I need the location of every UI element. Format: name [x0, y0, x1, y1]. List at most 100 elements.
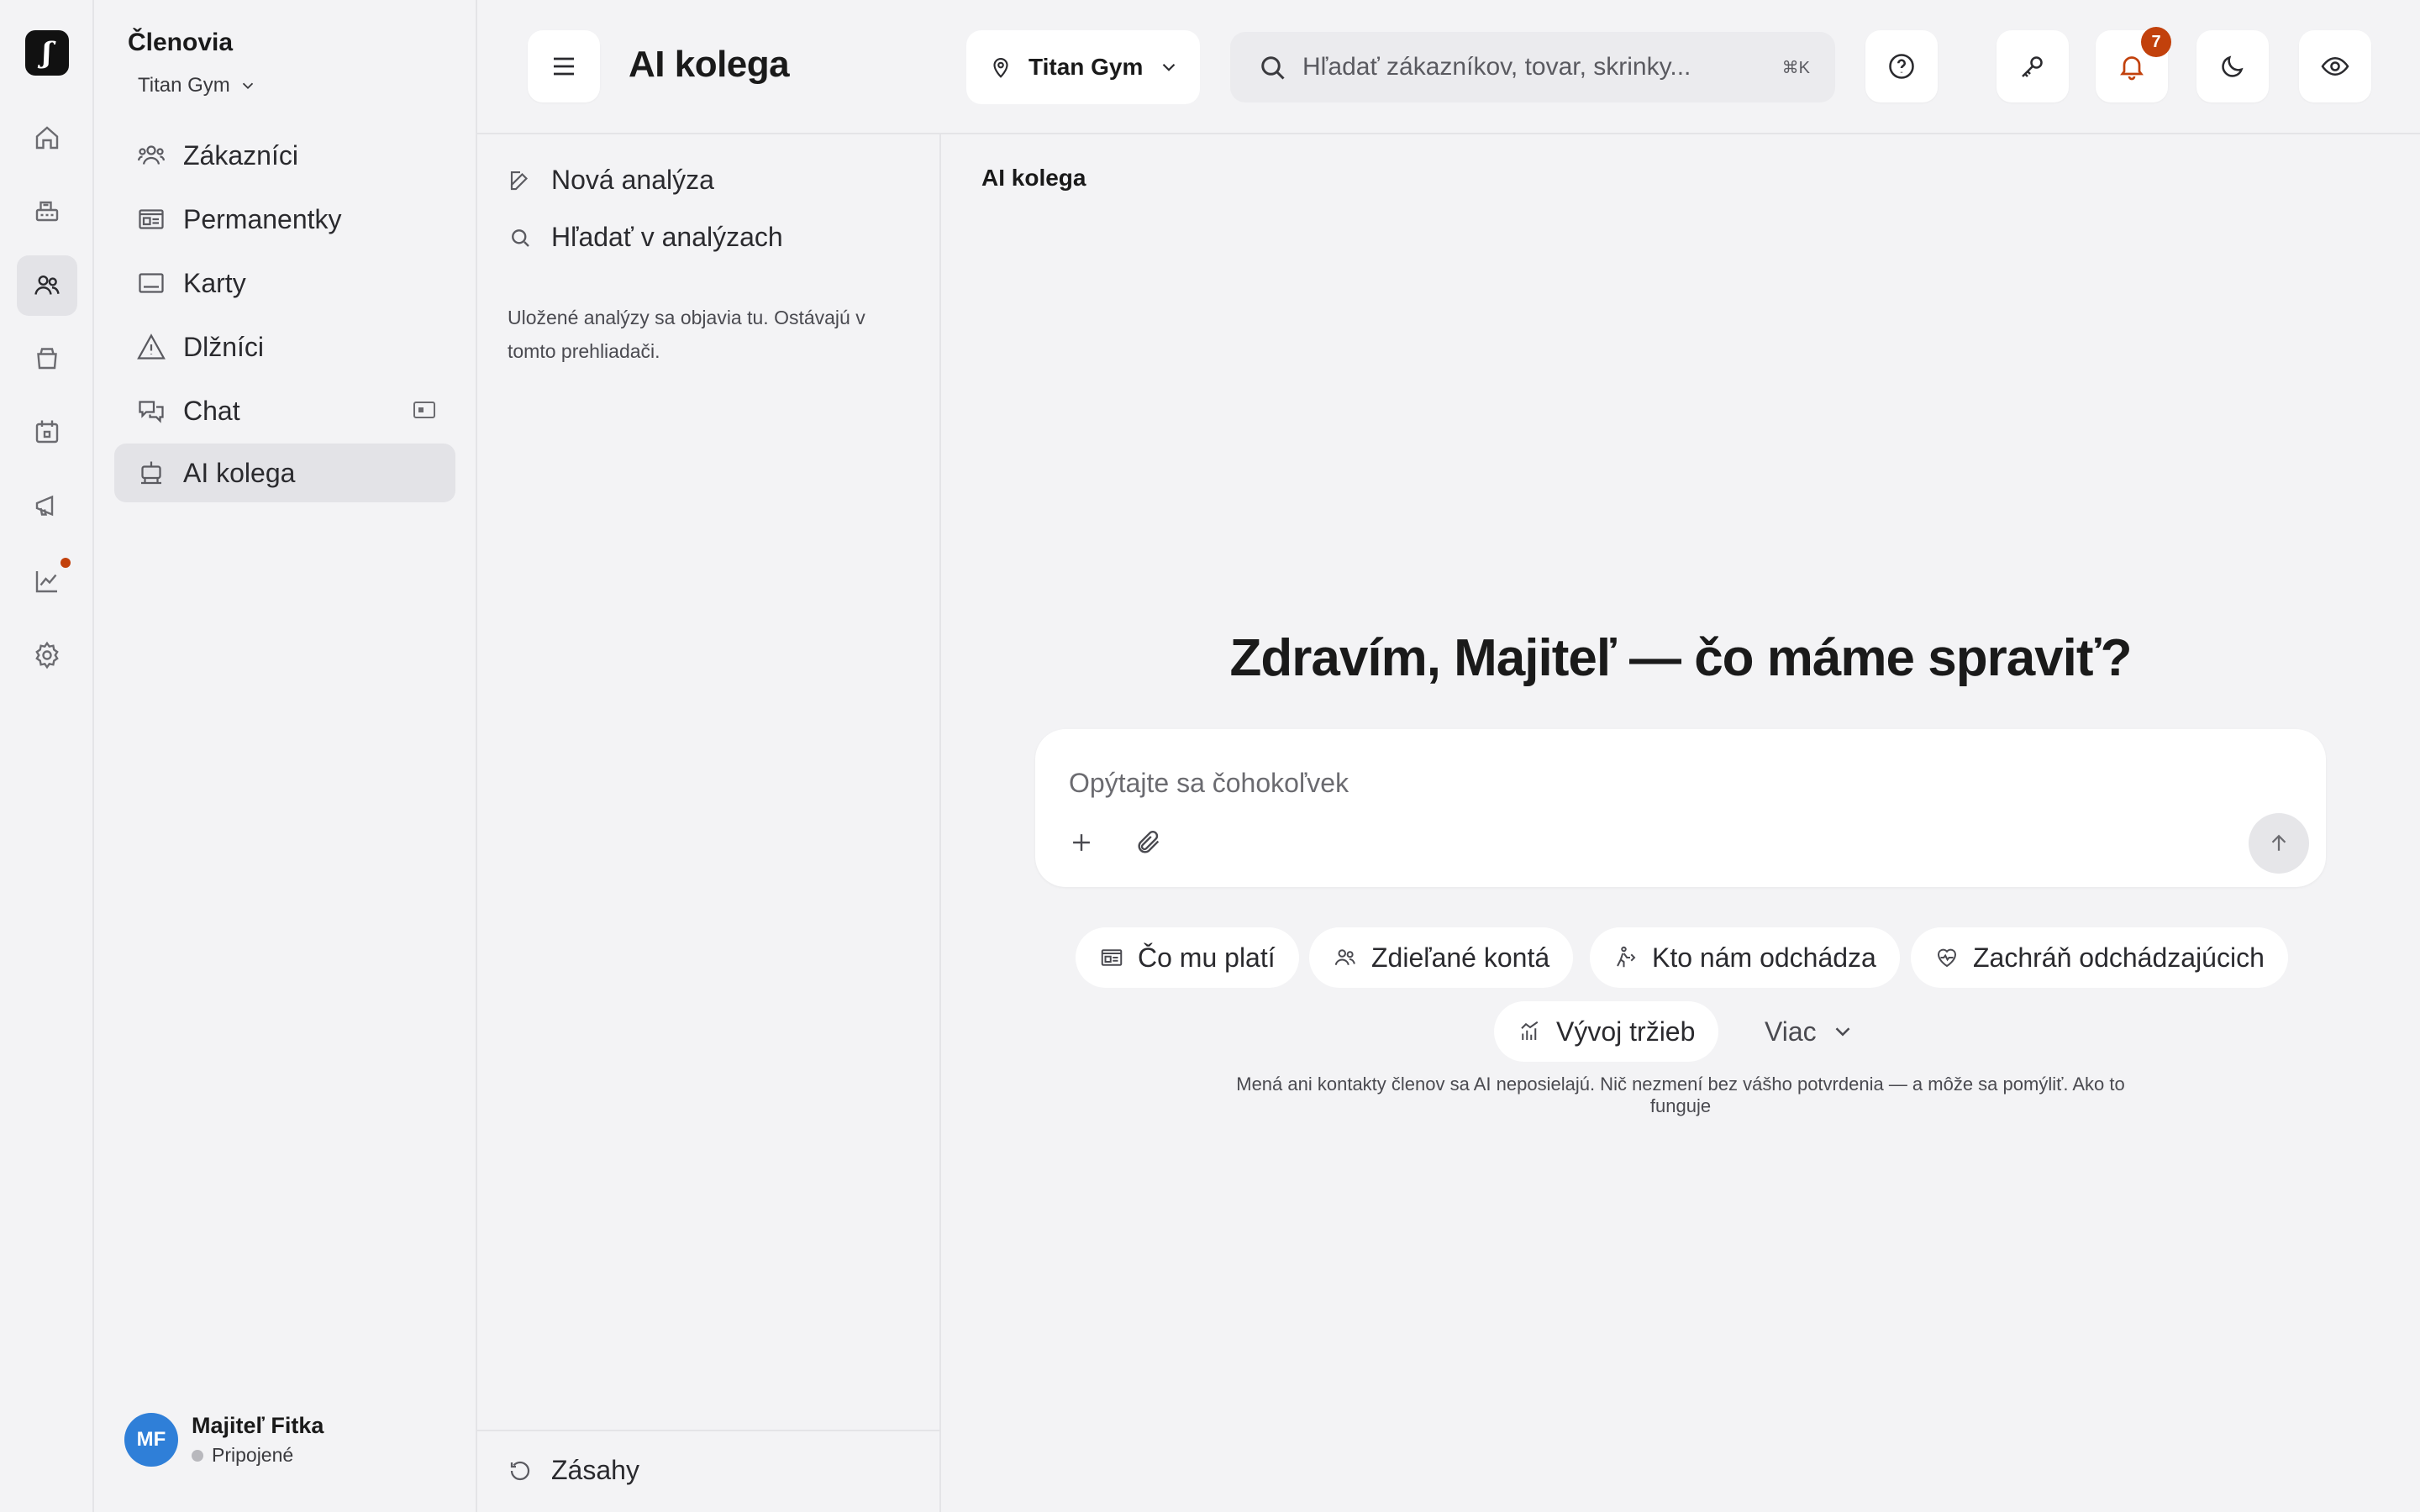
send-button[interactable]	[2249, 813, 2309, 874]
ai-disclaimer: Mená ani kontakty členov sa AI neposiela…	[1215, 1074, 2146, 1117]
more-suggestions-button[interactable]: Viac	[1741, 1001, 1879, 1062]
edit-icon	[510, 171, 529, 190]
search-icon	[1261, 56, 1285, 80]
heart-pulse-icon	[1937, 948, 1957, 968]
users-icon	[1334, 949, 1355, 965]
ai-chat-main: AI kolega Zdravím, Majiteľ — čo máme spr…	[941, 134, 2420, 1512]
app-root: ʃ Členovia Titan Gym Zákazníci Permanent…	[0, 0, 2420, 1512]
settings-icon[interactable]	[17, 625, 77, 685]
chevron-down-icon	[242, 82, 253, 90]
chip-label: Zachráň odchádzajúcich	[1973, 942, 2265, 973]
members-icon[interactable]	[17, 255, 77, 316]
privacy-view-button[interactable]	[2299, 30, 2371, 102]
bar-chart-icon	[1521, 1021, 1539, 1040]
interventions-button[interactable]: Zásahy	[508, 1455, 639, 1486]
history-icon	[510, 1461, 530, 1480]
notifications-button[interactable]: 7	[2096, 27, 2171, 102]
new-analysis-button[interactable]: Nová analýza	[508, 165, 714, 196]
icon-rail: ʃ	[0, 0, 94, 1512]
avatar: MF	[124, 1413, 178, 1467]
card-icon	[139, 273, 164, 293]
global-search[interactable]: Hľadať zákazníkov, tovar, skrinky... ⌘K	[1230, 32, 1835, 102]
breadcrumb: AI kolega	[981, 165, 1086, 191]
user-name: Majiteľ Fitka	[192, 1413, 324, 1438]
more-label: Viac	[1765, 1016, 1817, 1047]
paperclip-icon[interactable]	[1134, 828, 1163, 857]
search-analyses-button[interactable]: Hľadať v analýzach	[508, 222, 783, 253]
store-icon[interactable]	[17, 328, 77, 388]
users-icon	[137, 145, 166, 165]
walking-out-icon	[1617, 946, 1636, 968]
sidebar-item-debtors[interactable]: Dlžníci	[114, 318, 455, 376]
sidebar-item-passes[interactable]: Permanentky	[114, 190, 455, 249]
register-icon[interactable]	[17, 180, 77, 240]
eye-icon	[2321, 56, 2349, 76]
user-status: Pripojené	[192, 1444, 324, 1467]
key-icon	[2022, 56, 2043, 77]
sidebar-title: Členovia	[128, 29, 234, 56]
logo-glyph: ʃ	[42, 36, 52, 70]
sidebar-item-label: Permanentky	[183, 203, 342, 234]
chat-icon	[139, 401, 164, 423]
sidebar-item-customers[interactable]: Zákazníci	[114, 126, 455, 185]
search-icon	[512, 228, 529, 247]
analytics-icon[interactable]	[17, 551, 77, 612]
sidebar-item-cards[interactable]: Karty	[114, 254, 455, 312]
saved-analyses-note: Uložené analýzy sa objavia tu. Ostávajú …	[508, 307, 865, 362]
analyses-panel: Nová analýza Hľadať v analýzach Uložené …	[477, 134, 941, 1512]
chat-composer[interactable]: Opýtajte sa čohokoľvek	[1035, 729, 2326, 887]
moon-icon	[2222, 55, 2244, 77]
key-button[interactable]	[1996, 30, 2069, 102]
disclaimer-text: Mená ani kontakty členov sa AI neposiela…	[1236, 1074, 2069, 1095]
help-icon	[1889, 54, 1914, 79]
sidebar-item-chat[interactable]: Chat	[114, 381, 455, 440]
arrow-up-icon	[2271, 834, 2286, 851]
app-logo[interactable]: ʃ	[25, 30, 69, 76]
calendar-icon[interactable]	[17, 402, 77, 462]
suggestion-chip-revenue[interactable]: Vývoj tržieb	[1494, 1001, 1719, 1062]
sidebar-item-ai-colleague[interactable]: AI kolega	[114, 444, 455, 502]
gym-switcher[interactable]: Titan Gym	[138, 74, 257, 97]
search-analyses-label: Hľadať v analýzach	[551, 222, 783, 252]
user-profile[interactable]: MF Majiteľ Fitka Pripojené	[124, 1413, 324, 1467]
sidebar-item-label: AI kolega	[183, 457, 296, 488]
sidebar-item-label: Karty	[183, 267, 246, 298]
menu-button[interactable]	[528, 30, 600, 102]
robot-icon	[141, 461, 161, 485]
search-placeholder: Hľadať zákazníkov, tovar, skrinky...	[1302, 53, 1691, 81]
plus-icon[interactable]	[1067, 828, 1096, 857]
megaphone-icon[interactable]	[17, 475, 77, 536]
new-analysis-label: Nová analýza	[551, 165, 714, 195]
suggestion-chip-churn[interactable]: Kto nám odchádza	[1590, 927, 1900, 988]
top-header: AI kolega Titan Gym Hľadať zákazníkov, t…	[477, 0, 2420, 134]
chip-label: Vývoj tržieb	[1556, 1016, 1696, 1047]
suggestion-chip-shared-accounts[interactable]: Zdieľané kontá	[1309, 927, 1574, 988]
panel-footer: Zásahy	[477, 1430, 941, 1512]
chip-label: Kto nám odchádza	[1652, 942, 1876, 973]
sidebar-item-label: Dlžníci	[183, 331, 265, 362]
sidebar-item-label: Chat	[183, 395, 240, 426]
warning-icon	[137, 333, 166, 360]
search-shortcut: ⌘K	[1781, 59, 1810, 77]
gym-switcher-label: Titan Gym	[138, 74, 230, 97]
dark-mode-button[interactable]	[2196, 30, 2269, 102]
chevron-down-icon	[1163, 63, 1176, 71]
help-button[interactable]	[1865, 30, 1938, 102]
suggestion-chip-save-churners[interactable]: Zachráň odchádzajúcich	[1911, 927, 2288, 988]
user-status-label: Pripojené	[212, 1444, 294, 1466]
chevron-down-icon	[1835, 1027, 1850, 1037]
members-sidebar: Členovia Titan Gym Zákazníci Permanentky…	[94, 0, 521, 1512]
interventions-label: Zásahy	[551, 1455, 639, 1485]
gym-select[interactable]: Titan Gym	[966, 30, 1200, 104]
status-dot	[192, 1449, 203, 1462]
chat-widget-icon	[413, 402, 435, 418]
page-title: AI kolega	[629, 44, 790, 85]
notification-count-badge: 7	[2141, 27, 2171, 57]
analytics-alert-dot	[60, 558, 71, 568]
composer-placeholder: Opýtajte sa čohokoľvek	[1069, 768, 1349, 798]
home-icon[interactable]	[17, 108, 77, 168]
map-pin-icon	[993, 58, 1008, 78]
suggestion-chip-what-pays[interactable]: Čo mu platí	[1076, 927, 1299, 988]
id-card-icon	[139, 209, 164, 229]
id-card-icon	[1101, 949, 1123, 966]
